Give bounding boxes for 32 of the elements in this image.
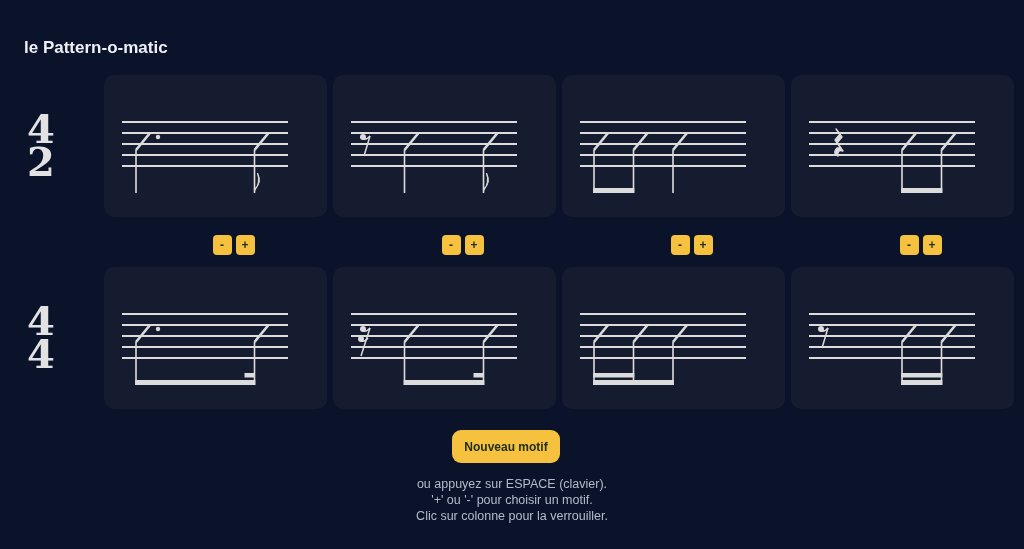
- measure-card[interactable]: [791, 267, 1014, 409]
- new-pattern-button[interactable]: Nouveau motif: [452, 430, 560, 463]
- time-signature-top: 4: [27, 113, 55, 146]
- minus-button[interactable]: -: [212, 235, 232, 255]
- minus-button[interactable]: -: [899, 235, 919, 255]
- beam: [593, 188, 635, 193]
- plus-button[interactable]: +: [464, 235, 484, 255]
- minus-button[interactable]: -: [441, 235, 461, 255]
- measure-card[interactable]: [562, 75, 785, 217]
- plus-button[interactable]: +: [693, 235, 713, 255]
- quarter-rest: [834, 128, 844, 157]
- plus-button[interactable]: +: [922, 235, 942, 255]
- app-title: le Pattern-o-matic: [23, 37, 169, 58]
- measure-card[interactable]: [333, 75, 556, 217]
- eighth-rest: [360, 134, 371, 157]
- eighth-rest: [818, 326, 829, 349]
- minus-button[interactable]: -: [670, 235, 690, 255]
- measure-card[interactable]: [333, 267, 556, 409]
- measure-card[interactable]: [791, 75, 1014, 217]
- time-signature-bottom: 4: [27, 338, 55, 371]
- plus-button[interactable]: +: [235, 235, 255, 255]
- measure-card[interactable]: [562, 267, 785, 409]
- time-signature-top: 4: [27, 305, 55, 338]
- time-signature-bottom: 2: [27, 146, 55, 179]
- measure-card[interactable]: [104, 75, 327, 217]
- measure-card[interactable]: [104, 267, 327, 409]
- sixteenth-rest: [358, 326, 371, 357]
- beam: [901, 188, 943, 193]
- help-text: Clic sur colonne pour la verrouiller.: [416, 508, 608, 524]
- help-text: ou appuyez sur ESPACE (clavier).: [416, 476, 608, 492]
- beam: [901, 373, 943, 385]
- help-text: '+' ou '-' pour choisir un motif.: [431, 492, 593, 508]
